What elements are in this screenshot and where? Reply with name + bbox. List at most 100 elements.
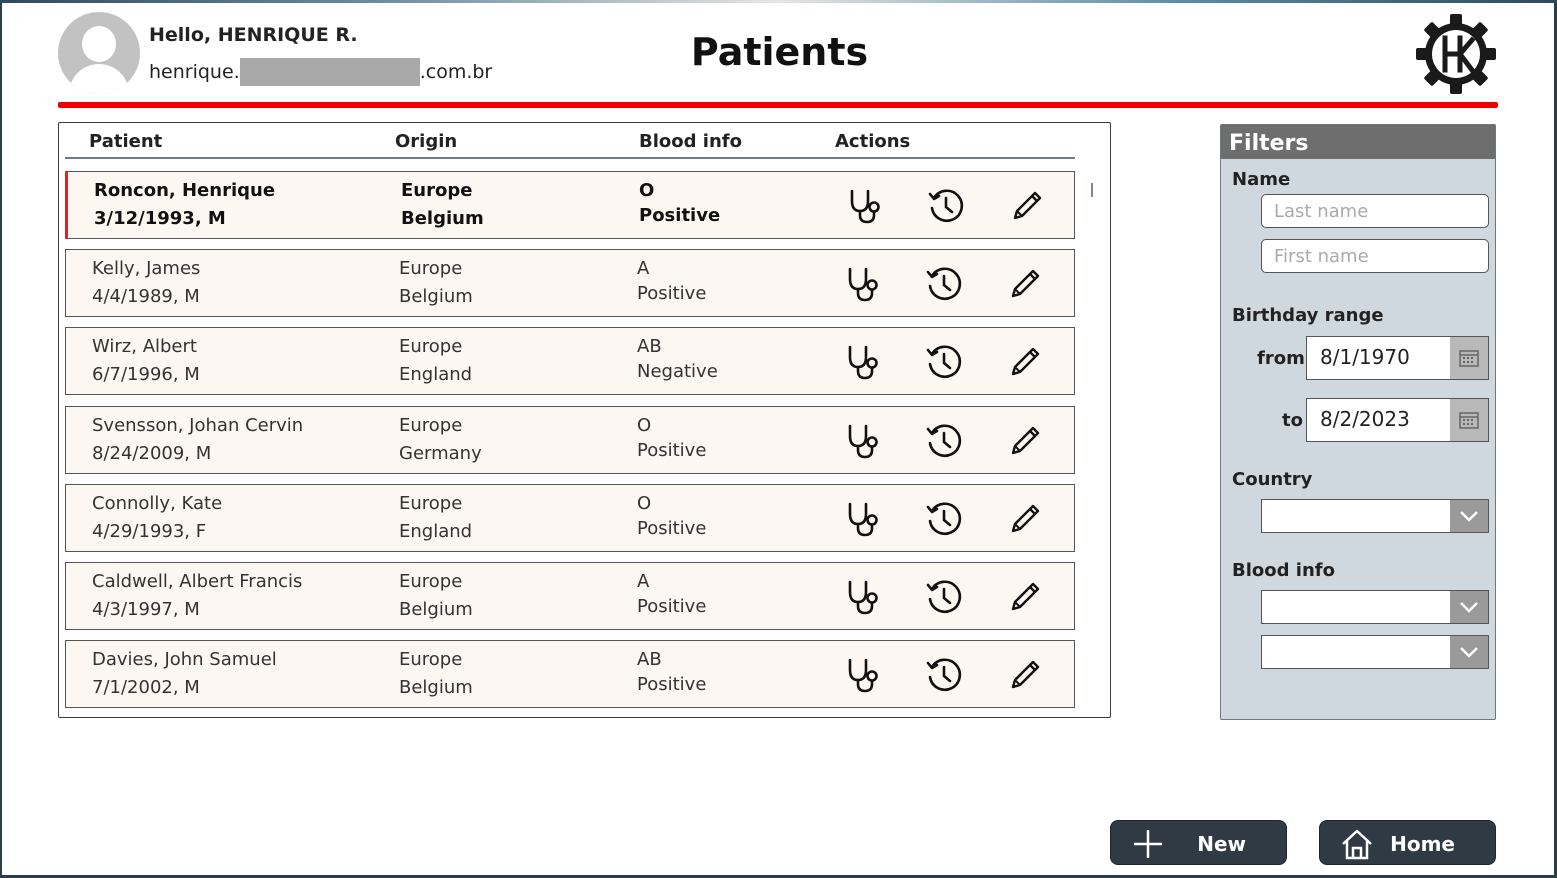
history-icon[interactable] — [924, 421, 964, 461]
origin-country: England — [399, 521, 473, 542]
country-dropdown[interactable] — [1261, 499, 1489, 533]
origin-region: Europe — [399, 493, 463, 514]
pencil-icon[interactable] — [1005, 499, 1045, 539]
birthday-range-label: Birthday range — [1232, 305, 1384, 326]
origin-country: Germany — [399, 443, 482, 464]
patient-name: Kelly, James — [92, 258, 201, 279]
blood-type: O — [637, 415, 652, 436]
chevron-down-icon[interactable] — [1450, 636, 1488, 668]
history-icon[interactable] — [924, 342, 964, 382]
rh-factor: Positive — [639, 205, 721, 226]
last-name-input[interactable] — [1261, 194, 1489, 228]
origin-region: Europe — [399, 649, 463, 670]
table-row[interactable]: Roncon, Henrique 3/12/1993, M Europe Belgiu… — [65, 171, 1075, 239]
filters-panel: Filters Name Birthday range from 8/1/197… — [1220, 124, 1496, 720]
blood-type: O — [637, 493, 652, 514]
patient-name: Svensson, Johan Cervin — [92, 415, 304, 436]
plus-icon — [1134, 830, 1162, 858]
history-icon[interactable] — [924, 499, 964, 539]
origin-country: Belgium — [401, 208, 484, 229]
from-date-value: 8/1/1970 — [1320, 345, 1410, 369]
name-label: Name — [1232, 169, 1291, 190]
pencil-icon[interactable] — [1005, 421, 1045, 461]
origin-region: Europe — [401, 180, 473, 201]
patient-dob-sex: 4/4/1989, M — [92, 286, 200, 307]
pencil-icon[interactable] — [1005, 577, 1045, 617]
rh-factor: Negative — [637, 361, 718, 382]
origin-country: Belgium — [399, 286, 473, 307]
origin-region: Europe — [399, 258, 463, 279]
scrollbar[interactable] — [1091, 183, 1093, 197]
pencil-icon[interactable] — [1005, 655, 1045, 695]
rh-factor: Positive — [637, 596, 707, 617]
patient-name: Roncon, Henrique — [94, 180, 276, 201]
patient-dob-sex: 8/24/2009, M — [92, 443, 212, 464]
from-date-picker[interactable]: 8/1/1970 — [1306, 336, 1489, 380]
pencil-icon[interactable] — [1005, 264, 1045, 304]
history-icon[interactable] — [924, 655, 964, 695]
column-header-patient: Patient — [89, 131, 163, 152]
table-row[interactable]: Kelly, James 4/4/1989, M Europe Belgium A Pos… — [65, 249, 1075, 317]
stethoscope-icon[interactable] — [843, 577, 883, 617]
stethoscope-icon[interactable] — [843, 342, 883, 382]
history-icon[interactable] — [926, 186, 966, 226]
column-header-origin: Origin — [395, 131, 458, 152]
company-logo-icon — [1416, 14, 1496, 94]
pencil-icon[interactable] — [1005, 342, 1045, 382]
rh-factor-dropdown[interactable] — [1261, 635, 1489, 669]
new-button-label: New — [1197, 832, 1246, 856]
table-row[interactable]: Caldwell, Albert Francis 4/3/1997, M Europ… — [65, 562, 1075, 630]
blood-type-dropdown[interactable] — [1261, 590, 1489, 624]
stethoscope-icon[interactable] — [843, 655, 883, 695]
blood-type: A — [637, 571, 650, 592]
patient-dob-sex: 3/12/1993, M — [94, 208, 226, 229]
patient-dob-sex: 7/1/2002, M — [92, 677, 200, 698]
blood-type: A — [637, 258, 650, 279]
stethoscope-icon[interactable] — [843, 264, 883, 304]
stethoscope-icon[interactable] — [843, 499, 883, 539]
chevron-down-icon[interactable] — [1450, 591, 1488, 623]
country-label: Country — [1232, 469, 1313, 490]
to-label: to — [1282, 410, 1303, 431]
table-row[interactable]: Davies, John Samuel 7/1/2002, M Europe Belg… — [65, 640, 1075, 708]
stethoscope-icon[interactable] — [843, 421, 883, 461]
origin-country: Belgium — [399, 677, 473, 698]
origin-country: Belgium — [399, 599, 473, 620]
calendar-icon[interactable] — [1450, 337, 1488, 379]
home-button-label: Home — [1390, 832, 1455, 856]
pencil-icon[interactable] — [1007, 186, 1047, 226]
patients-table: Patient Origin Blood info Actions Roncon… — [58, 122, 1111, 718]
header-divider — [58, 102, 1498, 108]
patient-dob-sex: 4/3/1997, M — [92, 599, 200, 620]
patient-dob-sex: 6/7/1996, M — [92, 364, 200, 385]
column-header-blood-info: Blood info — [639, 131, 742, 152]
origin-country: England — [399, 364, 473, 385]
origin-region: Europe — [399, 571, 463, 592]
rh-factor: Positive — [637, 440, 707, 461]
calendar-icon[interactable] — [1450, 399, 1488, 441]
page-title: Patients — [690, 30, 869, 74]
table-row[interactable]: Connolly, Kate 4/29/1993, F Europe England O… — [65, 484, 1075, 552]
to-date-value: 8/2/2023 — [1320, 407, 1410, 431]
patient-dob-sex: 4/29/1993, F — [92, 521, 207, 542]
to-date-picker[interactable]: 8/2/2023 — [1306, 398, 1489, 442]
rh-factor: Positive — [637, 674, 707, 695]
home-button[interactable]: Home — [1319, 820, 1496, 865]
patient-name: Wirz, Albert — [92, 336, 197, 357]
history-icon[interactable] — [924, 264, 964, 304]
table-row[interactable]: Wirz, Albert 6/7/1996, M Europe England AB Ne… — [65, 327, 1075, 395]
filters-title: Filters — [1221, 125, 1495, 159]
rh-factor: Positive — [637, 518, 707, 539]
history-icon[interactable] — [924, 577, 964, 617]
stethoscope-icon[interactable] — [845, 186, 885, 226]
patient-name: Davies, John Samuel — [92, 649, 277, 670]
first-name-input[interactable] — [1261, 239, 1489, 273]
patient-name: Connolly, Kate — [92, 493, 223, 514]
origin-region: Europe — [399, 336, 463, 357]
rh-factor: Positive — [637, 283, 707, 304]
origin-region: Europe — [399, 415, 463, 436]
new-patient-button[interactable]: New — [1110, 820, 1287, 865]
patient-name: Caldwell, Albert Francis — [92, 571, 303, 592]
table-row[interactable]: Svensson, Johan Cervin 8/24/2009, M Europe… — [65, 406, 1075, 474]
chevron-down-icon[interactable] — [1450, 500, 1488, 532]
